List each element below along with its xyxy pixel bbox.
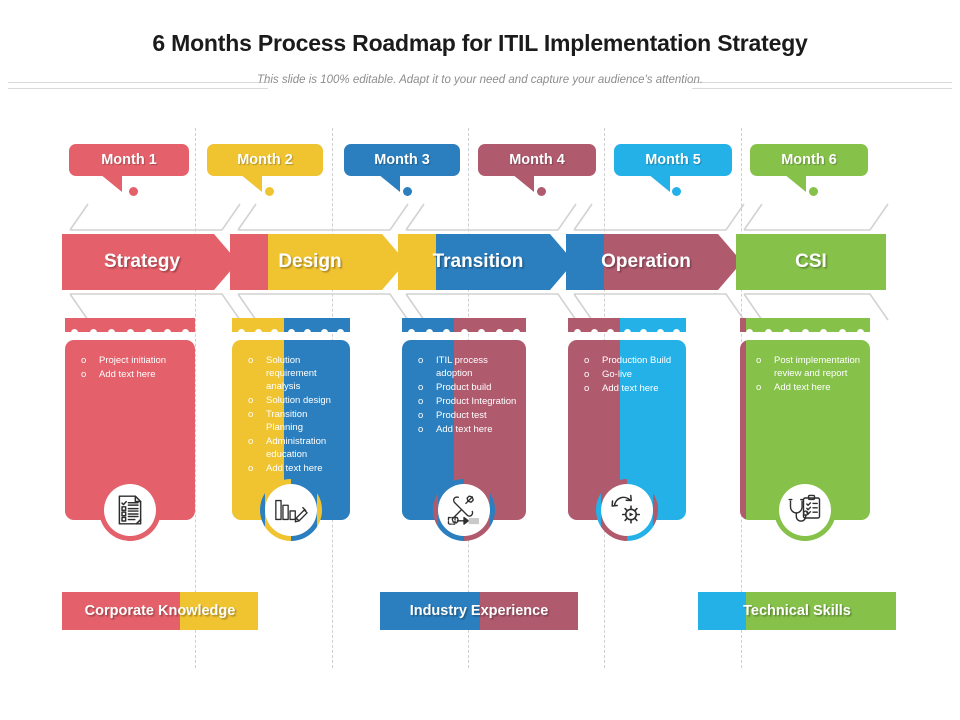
month-badge-6[interactable]: Month 6 <box>750 144 868 176</box>
category-label-3: Technical Skills <box>743 603 851 619</box>
stage-banner-2[interactable]: Design <box>230 234 406 290</box>
month-badge-dot-2 <box>265 187 274 196</box>
bullet-item: Project initiation <box>79 354 187 367</box>
strip-seg-main <box>746 318 870 332</box>
stage-bullet-list-2: Solution requirement analysisSolution de… <box>246 354 342 476</box>
stage-label-5: CSI <box>795 251 827 272</box>
bullet-item: Go-live <box>582 368 678 381</box>
month-badge-tail-4 <box>512 174 534 192</box>
bullet-item: Production Build <box>582 354 678 367</box>
bullet-item: Solution design <box>246 394 342 407</box>
month-badge-dot-1 <box>129 187 138 196</box>
strip-seg-main <box>568 318 620 332</box>
card-strip-2 <box>232 318 350 332</box>
bullet-item: Administration education <box>246 435 342 461</box>
month-badge-tail-3 <box>378 174 400 192</box>
stage-chevron-top-3 <box>400 202 580 232</box>
category-label-2: Industry Experience <box>409 603 549 619</box>
bullet-item: Add text here <box>79 368 187 381</box>
stage-chevron-top-5 <box>738 202 892 232</box>
month-badge-tail-2 <box>240 174 262 192</box>
month-badge-2[interactable]: Month 2 <box>207 144 323 176</box>
month-badge-3[interactable]: Month 3 <box>344 144 460 176</box>
bullet-item: Post implementation review and report <box>754 354 862 380</box>
month-label: Month 4 <box>509 152 565 168</box>
bullet-item: Product test <box>416 409 518 422</box>
bullet-item: Product Integration <box>416 395 518 408</box>
strip-seg-next <box>620 318 686 332</box>
bullet-item: Transition Planning <box>246 408 342 434</box>
page-subtitle: This slide is 100% editable. Adapt it to… <box>256 74 704 86</box>
strip-seg-main <box>65 318 195 332</box>
strip-seg-next <box>284 318 350 332</box>
strip-seg-main <box>402 318 454 332</box>
stage-bullet-list-5: Post implementation review and reportAdd… <box>754 354 862 395</box>
tools-arrow-icon[interactable] <box>438 484 490 536</box>
bullet-item: Add text here <box>582 382 678 395</box>
month-label: Month 1 <box>101 152 157 168</box>
stage-bullet-list-4: Production BuildGo-liveAdd text here <box>582 354 678 396</box>
stage-chevron-top-4 <box>568 202 748 232</box>
card-strip-1 <box>65 318 195 332</box>
stethoscope-clipboard-icon[interactable] <box>779 484 831 536</box>
bar-chart-pencil-icon[interactable] <box>265 484 317 536</box>
category-banner-3[interactable]: Technical Skills <box>698 592 896 630</box>
gear-refresh-icon[interactable] <box>601 484 653 536</box>
month-badge-5[interactable]: Month 5 <box>614 144 732 176</box>
category-label-1: Corporate Knowledge <box>84 603 236 619</box>
stage-bullet-list-3: ITIL process adoptionProduct buildProduc… <box>416 354 518 437</box>
stage-banner-1[interactable]: Strategy <box>62 234 238 290</box>
bullet-item: Solution requirement analysis <box>246 354 342 393</box>
month-badge-dot-4 <box>537 187 546 196</box>
card-strip-4 <box>568 318 686 332</box>
month-badge-tail-6 <box>784 174 806 192</box>
month-badge-dot-5 <box>672 187 681 196</box>
card-strip-3 <box>402 318 526 332</box>
month-label: Month 3 <box>374 152 430 168</box>
strip-seg-main <box>232 318 284 332</box>
bullet-item: ITIL process adoption <box>416 354 518 380</box>
stage-bullet-list-1: Project initiationAdd text here <box>79 354 187 382</box>
month-label: Month 5 <box>645 152 701 168</box>
strip-seg-next <box>454 318 526 332</box>
stage-chevron-top-2 <box>232 202 412 232</box>
month-badge-dot-3 <box>403 187 412 196</box>
stage-label-3: Transition <box>432 251 524 272</box>
category-banner-2[interactable]: Industry Experience <box>380 592 578 630</box>
stage-banner-5[interactable]: CSI <box>736 234 886 290</box>
page-title: 6 Months Process Roadmap for ITIL Implem… <box>152 30 808 56</box>
subtitle-row: This slide is 100% editable. Adapt it to… <box>0 74 960 94</box>
month-badge-1[interactable]: Month 1 <box>69 144 189 176</box>
stage-chevron-top-1 <box>64 202 244 232</box>
month-badge-dot-6 <box>809 187 818 196</box>
stage-banner-3[interactable]: Transition <box>398 234 574 290</box>
stage-label-4: Operation <box>601 251 691 272</box>
month-badge-tail-1 <box>100 174 122 192</box>
month-label: Month 6 <box>781 152 837 168</box>
bullet-item: Add text here <box>416 423 518 436</box>
bullet-item: Add text here <box>754 381 862 394</box>
stage-banner-4[interactable]: Operation <box>566 234 742 290</box>
bullet-item: Add text here <box>246 462 342 475</box>
month-badge-4[interactable]: Month 4 <box>478 144 596 176</box>
category-banner-1[interactable]: Corporate Knowledge <box>62 592 258 630</box>
stage-label-2: Design <box>278 251 342 272</box>
card-strip-5 <box>740 318 870 332</box>
checklist-icon[interactable] <box>104 484 156 536</box>
bullet-item: Product build <box>416 381 518 394</box>
stage-label-1: Strategy <box>103 251 181 272</box>
month-badge-tail-5 <box>648 174 670 192</box>
month-label: Month 2 <box>237 152 293 168</box>
